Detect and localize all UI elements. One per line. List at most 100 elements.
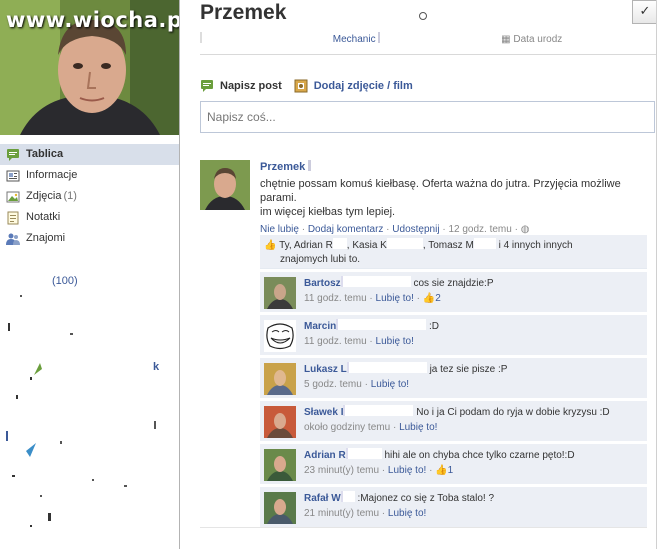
comment-body: Bartosz cos sie znajdzie:P 11 godz. temu … bbox=[304, 276, 644, 306]
post-author[interactable]: Przemek bbox=[260, 161, 305, 173]
nav-label: Informacje bbox=[26, 169, 78, 181]
comment-author[interactable]: Adrian R bbox=[304, 450, 346, 461]
comment-item: Adrian R hihi ale on chyba chce tylko cz… bbox=[260, 443, 647, 484]
unlike-link[interactable]: Nie lubię bbox=[260, 224, 299, 235]
comment-like-count[interactable]: 👍1 bbox=[435, 465, 453, 476]
post-body: Przemek chętnie possam komuś kiełbasę. O… bbox=[260, 160, 657, 235]
comment-link[interactable]: Dodaj komentarz bbox=[308, 224, 384, 235]
nav-item-notatki[interactable]: Notatki bbox=[0, 207, 180, 228]
comment-avatar[interactable] bbox=[264, 277, 296, 309]
comment-like-link[interactable]: Lubię to! bbox=[388, 508, 426, 519]
comment-body: Lukasz L ja tez sie pisze :P 5 godz. temu… bbox=[304, 362, 644, 392]
left-nav: Tablica Informacje Zdjęcia (1) Notatki Z… bbox=[0, 144, 180, 249]
bottom-divider bbox=[200, 527, 647, 528]
comment-time[interactable]: około godziny temu bbox=[304, 422, 390, 433]
nav-label: Zdjęcia bbox=[26, 190, 62, 202]
check-icon[interactable]: ✓ bbox=[632, 0, 657, 24]
comment-avatar[interactable] bbox=[264, 363, 296, 395]
nav-item-zdjecia[interactable]: Zdjęcia (1) bbox=[0, 186, 180, 207]
likes-line2: znajomych lubi to. bbox=[280, 254, 361, 265]
comment-like-link[interactable]: Lubię to! bbox=[376, 293, 414, 304]
notes-icon bbox=[6, 211, 20, 225]
others-link[interactable]: i 4 innych bbox=[499, 240, 541, 251]
comment-time[interactable]: 5 godz. temu bbox=[304, 379, 362, 390]
nav-label: Tablica bbox=[26, 148, 64, 160]
nav-count: (1) bbox=[63, 190, 77, 202]
main-column: Przemek ✓ Mechanic ▦ Data urodz Napisz p… bbox=[190, 0, 657, 549]
share-link[interactable]: Udostępnij bbox=[392, 224, 439, 235]
info-divider bbox=[200, 54, 657, 55]
comment-text: hihi ale on chyba chce tylko czarne pęto… bbox=[384, 450, 575, 461]
tab-write-post[interactable]: Napisz post bbox=[200, 79, 282, 93]
comment-meta: 11 godz. temu · Lubię to! bbox=[304, 336, 414, 347]
watermark: www.wiocha.pl bbox=[6, 8, 180, 32]
comment-meta: 23 minut(y) temu · Lubię to! · 👍1 bbox=[304, 465, 454, 476]
tab-write-post-label: Napisz post bbox=[220, 80, 282, 92]
comment-text: cos sie znajdzie:P bbox=[413, 278, 494, 289]
avatar bbox=[200, 160, 250, 210]
redaction-marks bbox=[6, 295, 156, 527]
comment-time[interactable]: 23 minut(y) temu bbox=[304, 465, 379, 476]
nav-label: Notatki bbox=[26, 211, 61, 223]
comment-body: Sławek I No i ja Ci podam do ryja w dobi… bbox=[304, 405, 644, 435]
post-text-line: chętnie possam komuś kiełbasę. Oferta wa… bbox=[260, 178, 621, 204]
comment-like-count[interactable]: 👍2 bbox=[423, 293, 441, 304]
calendar-icon: ▦ bbox=[501, 34, 511, 45]
post-time[interactable]: 12 godz. temu bbox=[448, 224, 511, 235]
info-occupation[interactable]: Mechanic bbox=[333, 34, 376, 45]
comment-time[interactable]: 11 godz. temu bbox=[304, 336, 367, 347]
post-meta: Nie lubię · Dodaj komentarz · Udostępnij… bbox=[260, 224, 530, 235]
photos-icon bbox=[6, 190, 20, 204]
post-avatar[interactable] bbox=[200, 160, 250, 210]
post-text-line: im więcej kiełbas tym lepiej. bbox=[260, 206, 396, 218]
comment-avatar[interactable] bbox=[264, 492, 296, 524]
post-text: chętnie possam komuś kiełbasę. Oferta wa… bbox=[260, 177, 657, 219]
composer-tabs: Napisz post Dodaj zdjęcie / film bbox=[200, 79, 425, 93]
comment-like-link[interactable]: Lubię to! bbox=[376, 336, 414, 347]
nav-item-tablica[interactable]: Tablica bbox=[0, 144, 180, 165]
comment-author[interactable]: Bartosz bbox=[304, 278, 341, 289]
wall-icon bbox=[6, 148, 20, 162]
tab-add-photo[interactable]: Dodaj zdjęcie / film bbox=[294, 79, 413, 93]
column-divider bbox=[179, 0, 180, 549]
nav-item-informacje[interactable]: Informacje bbox=[0, 165, 180, 186]
comment-text: :Majonez co się z Toba stalo! ? bbox=[357, 493, 495, 504]
friends-icon bbox=[6, 232, 20, 246]
comment-avatar[interactable] bbox=[264, 406, 296, 438]
comment-body: Rafał W :Majonez co się z Toba stalo! ? 2… bbox=[304, 491, 644, 521]
status-icon bbox=[200, 79, 214, 93]
comment-like-link[interactable]: Lubię to! bbox=[371, 379, 409, 390]
comment-avatar[interactable] bbox=[264, 320, 296, 352]
online-status-icon bbox=[419, 12, 427, 20]
like-icon: 👍 bbox=[264, 240, 277, 251]
comment-meta: 11 godz. temu · Lubię to! · 👍2 bbox=[304, 293, 441, 304]
comment-text: No i ja Ci podam do ryja w dobie kryzysu… bbox=[416, 407, 610, 418]
comment-like-link[interactable]: Lubię to! bbox=[399, 422, 437, 433]
left-column: www.wiocha.pl Tablica Informacje Zdjęcia… bbox=[0, 0, 180, 549]
comment-author[interactable]: Rafał W bbox=[304, 493, 341, 504]
comment-item: Sławek I No i ja Ci podam do ryja w dobi… bbox=[260, 400, 647, 441]
profile-photo[interactable]: www.wiocha.pl bbox=[0, 0, 180, 135]
liker-link[interactable]: Tomasz M bbox=[428, 240, 474, 251]
comment-time[interactable]: 21 minut(y) temu bbox=[304, 508, 379, 519]
liker-link[interactable]: Adrian R bbox=[294, 240, 333, 251]
nav-item-znajomi[interactable]: Znajomi bbox=[0, 228, 180, 249]
comment-author[interactable]: Lukasz L bbox=[304, 364, 347, 375]
liker-link[interactable]: Kasia K bbox=[352, 240, 386, 251]
nav-label: Znajomi bbox=[26, 232, 66, 244]
photo-video-icon bbox=[294, 79, 308, 93]
comment-avatar[interactable] bbox=[264, 449, 296, 481]
info-icon bbox=[6, 169, 20, 183]
comment-meta: około godziny temu · Lubię to! bbox=[304, 422, 438, 433]
comment-item: Marcin :D 11 godz. temu · Lubię to! bbox=[260, 314, 647, 355]
comment-text: ja tez sie pisze :P bbox=[429, 364, 508, 375]
composer-input[interactable]: Napisz coś... bbox=[200, 101, 655, 133]
comment-author[interactable]: Marcin bbox=[304, 321, 336, 332]
profile-name: Przemek bbox=[200, 1, 287, 24]
comment-body: Marcin :D 11 godz. temu · Lubię to! bbox=[304, 319, 644, 349]
comment-like-link[interactable]: Lubię to! bbox=[388, 465, 426, 476]
likes-summary: 👍 Ty, Adrian R, Kasia K, Tomasz M i 4 in… bbox=[260, 235, 647, 269]
tab-add-photo-label: Dodaj zdjęcie / film bbox=[313, 80, 413, 92]
comment-author[interactable]: Sławek I bbox=[304, 407, 343, 418]
comment-time[interactable]: 11 godz. temu bbox=[304, 293, 367, 304]
